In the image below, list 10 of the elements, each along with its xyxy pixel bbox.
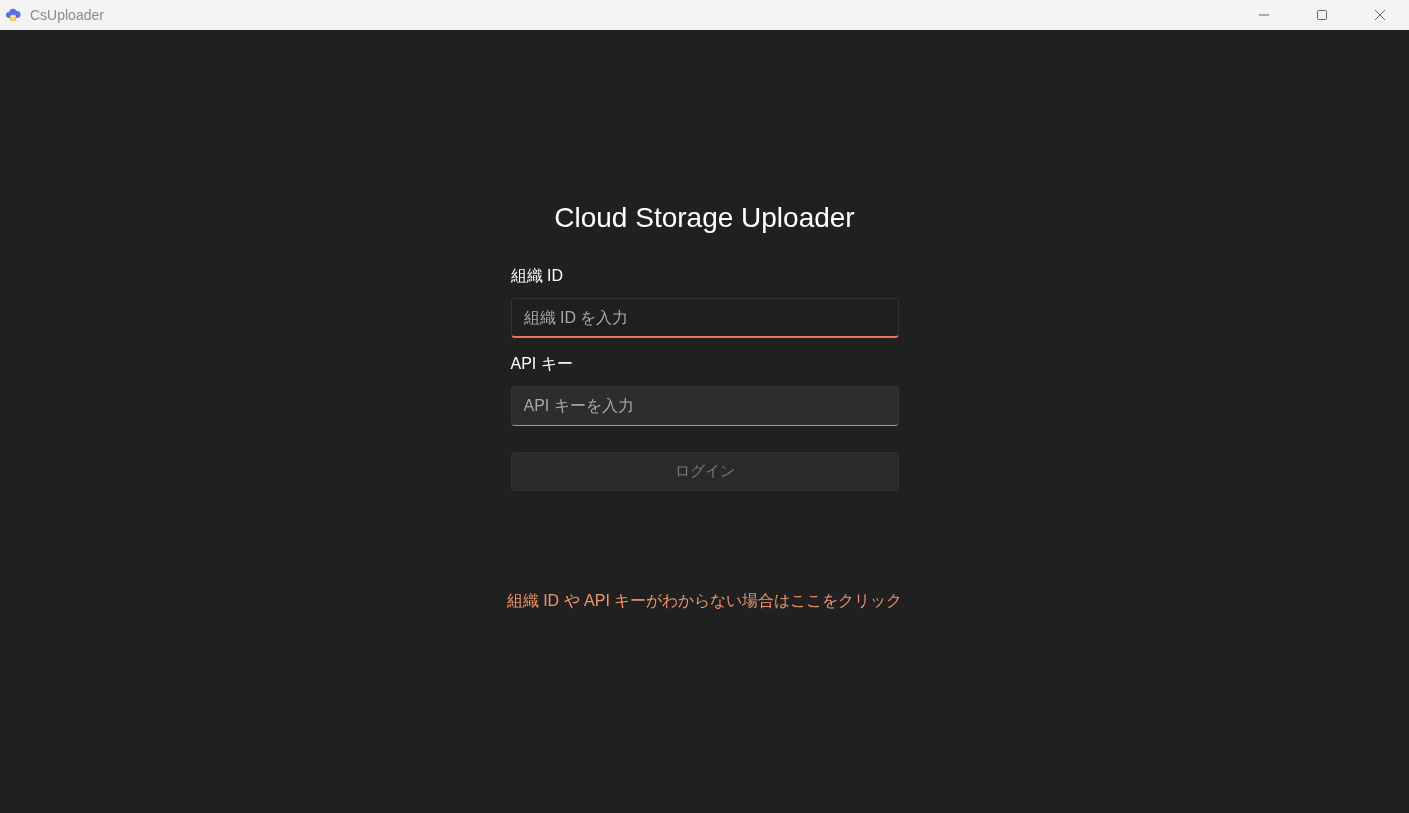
help-link[interactable]: 組織 ID や API キーがわからない場合はここをクリック bbox=[506, 591, 903, 612]
field-label: API キー bbox=[510, 354, 574, 374]
cloud-upload-icon bbox=[5, 7, 21, 23]
window-title: CsUploader bbox=[30, 7, 104, 23]
input-field[interactable]: 組織 ID を入力 bbox=[510, 298, 899, 338]
input-field[interactable]: API キーを入力 bbox=[510, 386, 899, 426]
field-label: 組織 ID bbox=[510, 266, 564, 286]
app-heading: Cloud Storage Uploader bbox=[554, 201, 855, 235]
maximize-icon bbox=[1316, 9, 1328, 21]
close-icon bbox=[1374, 9, 1386, 21]
